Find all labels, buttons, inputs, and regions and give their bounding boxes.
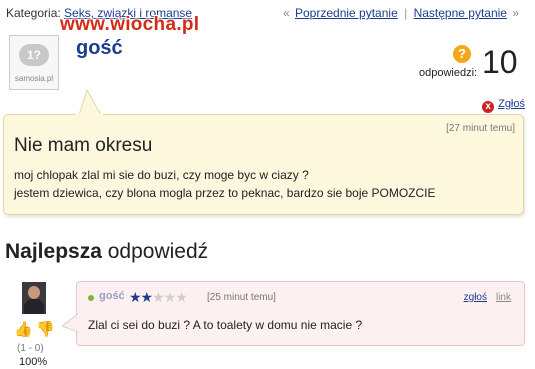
star-filled-icon: ★★ bbox=[129, 289, 153, 305]
prev-arrow-icon: « bbox=[282, 6, 290, 20]
vote-score: (1 - 0) bbox=[17, 343, 44, 354]
answer-box: gość ★★★★★ [25 minut temu] zgłoś link Zl… bbox=[76, 281, 525, 346]
prev-question-link[interactable]: Poprzednie pytanie bbox=[295, 6, 398, 20]
next-question-link[interactable]: Następne pytanie bbox=[414, 6, 507, 20]
rating-stars: ★★★★★ bbox=[129, 289, 188, 306]
watermark-logo: www.wiocha.pl bbox=[60, 14, 200, 35]
question-line-2: jestem dziewica, czy blona mogla przez t… bbox=[14, 186, 436, 200]
answers-label: odpowiedzi: bbox=[419, 67, 478, 79]
answer-report-link[interactable]: zgłoś bbox=[464, 292, 487, 303]
online-status-icon bbox=[88, 295, 94, 301]
thumb-up-icon[interactable]: 👍 bbox=[14, 320, 33, 338]
report-link[interactable]: Zgłoś bbox=[498, 98, 525, 110]
avatar-brand: samosia.pl bbox=[14, 74, 54, 83]
next-arrow-icon: » bbox=[512, 6, 519, 20]
avatar-suit bbox=[24, 299, 44, 314]
answer-time: [25 minut temu] bbox=[207, 292, 276, 303]
answer-bubble-tail bbox=[62, 313, 78, 333]
question-box: [27 minut temu] Nie mam okresu moj chlop… bbox=[3, 114, 524, 215]
best-heading-bold: Najlepsza bbox=[5, 240, 102, 263]
answers-count: 10 bbox=[482, 44, 518, 80]
answer-permalink[interactable]: link bbox=[496, 292, 511, 303]
star-empty-icon: ★★★ bbox=[152, 289, 188, 305]
question-body: moj chlopak zlal mi sie do buzi, czy mog… bbox=[14, 166, 436, 202]
answer-text: Zlal ci sei do buzi ? A to toalety w dom… bbox=[88, 318, 363, 332]
question-bubble-tail bbox=[75, 90, 103, 115]
question-line-1: moj chlopak zlal mi sie do buzi, czy mog… bbox=[14, 168, 309, 182]
avatar-face bbox=[28, 286, 40, 299]
answerer-avatar[interactable] bbox=[22, 282, 46, 314]
question-navigation: « Poprzednie pytanie | Następne pytanie … bbox=[281, 6, 521, 20]
question-time: [27 minut temu] bbox=[446, 123, 515, 134]
best-answer-heading: Najlepsza odpowiedź bbox=[5, 240, 208, 264]
author-avatar[interactable]: 1? samosia.pl bbox=[9, 35, 59, 90]
answer-author: gość bbox=[99, 290, 125, 302]
report-x-icon: x bbox=[482, 101, 495, 113]
vote-percent: 100% bbox=[19, 356, 48, 368]
question-badge-icon: ? bbox=[453, 45, 471, 63]
category-label: Kategoria: bbox=[6, 6, 61, 20]
avatar-bubble-icon: 1? bbox=[19, 44, 49, 66]
report-question[interactable]: x Zgłoś bbox=[482, 98, 525, 113]
nav-separator: | bbox=[404, 6, 408, 20]
best-heading-rest: odpowiedź bbox=[101, 240, 209, 263]
author-name: gość bbox=[76, 37, 123, 59]
question-title: Nie mam okresu bbox=[14, 135, 153, 156]
thumb-down-icon[interactable]: 👎 bbox=[36, 320, 55, 338]
